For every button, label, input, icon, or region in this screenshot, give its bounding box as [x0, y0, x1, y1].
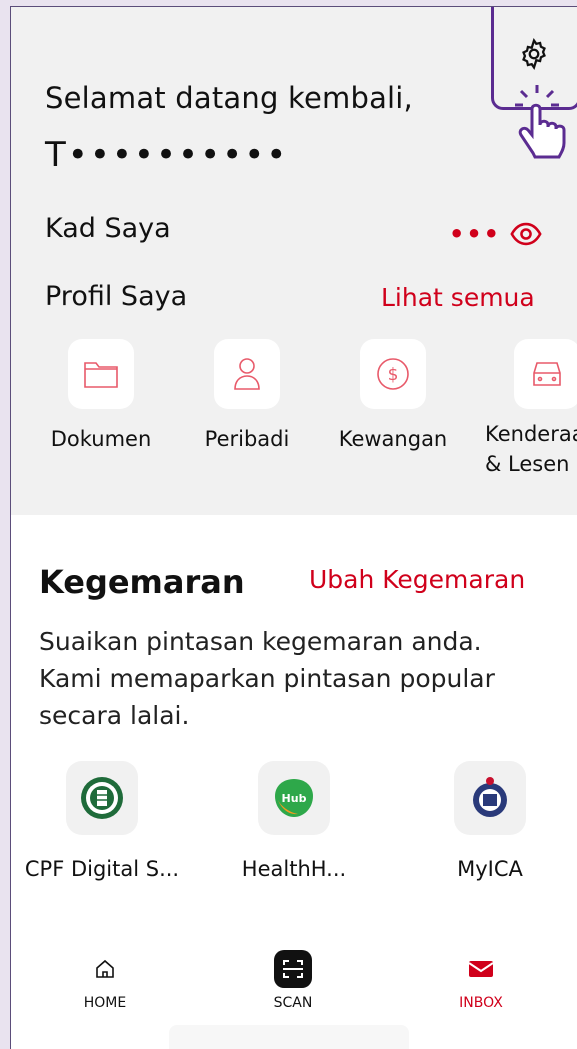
- profile-item-label: Kewangan: [338, 427, 448, 451]
- app-screen: Selamat datang kembali, T•••••••••• Kad …: [10, 6, 577, 1049]
- nav-inbox-label: INBOX: [459, 995, 503, 1011]
- favourite-app-cpf[interactable]: CPF Digital S...: [17, 761, 187, 885]
- profile-item-kenderaan[interactable]: Kenderaan & Lesen M: [477, 339, 577, 479]
- settings-gear-icon[interactable]: [517, 37, 551, 71]
- tap-hand-icon: [515, 85, 566, 159]
- folder-icon: [84, 362, 118, 388]
- profile-item-dokumen[interactable]: Dokumen: [41, 339, 161, 451]
- svg-text:$: $: [388, 365, 399, 385]
- more-options-button[interactable]: •••: [449, 220, 501, 248]
- edit-favourites-link[interactable]: Ubah Kegemaran: [309, 565, 525, 594]
- masked-user-name: T••••••••••: [45, 135, 289, 175]
- cpf-logo-icon: [81, 777, 123, 819]
- home-icon: [96, 959, 114, 978]
- profile-item-label: Peribadi: [204, 427, 290, 451]
- profile-item-peribadi[interactable]: Peribadi: [187, 339, 307, 451]
- nav-inbox[interactable]: INBOX: [421, 949, 541, 1011]
- my-cards-title: Kad Saya: [45, 213, 171, 244]
- favourites-description: Suaikan pintasan kegemaran anda. Kami me…: [39, 627, 495, 730]
- home-indicator: [169, 1025, 409, 1049]
- svg-text:Hub: Hub: [282, 792, 307, 805]
- ica-logo-icon: [473, 777, 507, 817]
- favourite-app-myica[interactable]: MyICA: [405, 761, 575, 885]
- profile-item-label: Kenderaan & Lesen M: [485, 422, 577, 476]
- car-icon: [533, 362, 561, 386]
- nav-scan[interactable]: SCAN: [233, 949, 353, 1011]
- favourites-section: Kegemaran Ubah Kegemaran Suaikan pintasa…: [11, 515, 577, 1049]
- see-all-link[interactable]: Lihat semua: [381, 283, 535, 312]
- nav-home-label: HOME: [83, 995, 127, 1011]
- my-profile-title: Profil Saya: [45, 281, 188, 312]
- profile-item-kewangan[interactable]: $ Kewangan: [333, 339, 453, 451]
- favourite-app-label: HealthH...: [241, 857, 347, 881]
- favourites-title: Kegemaran: [39, 563, 245, 601]
- eye-icon[interactable]: [509, 217, 543, 251]
- greeting-text: Selamat datang kembali,: [45, 81, 413, 115]
- healthhub-logo-icon: Hub: [275, 779, 313, 817]
- nav-home[interactable]: HOME: [45, 949, 165, 1011]
- favourite-app-label: MyICA: [457, 857, 523, 881]
- favourite-app-healthhub[interactable]: Hub HealthH...: [209, 761, 379, 885]
- scan-icon: [274, 950, 312, 988]
- nav-scan-label: SCAN: [273, 995, 313, 1011]
- favourite-app-label: CPF Digital S...: [24, 857, 180, 881]
- person-icon: [234, 358, 260, 390]
- dollar-icon: $: [377, 358, 409, 390]
- profile-item-label: Dokumen: [50, 427, 152, 451]
- mail-icon: [468, 961, 494, 977]
